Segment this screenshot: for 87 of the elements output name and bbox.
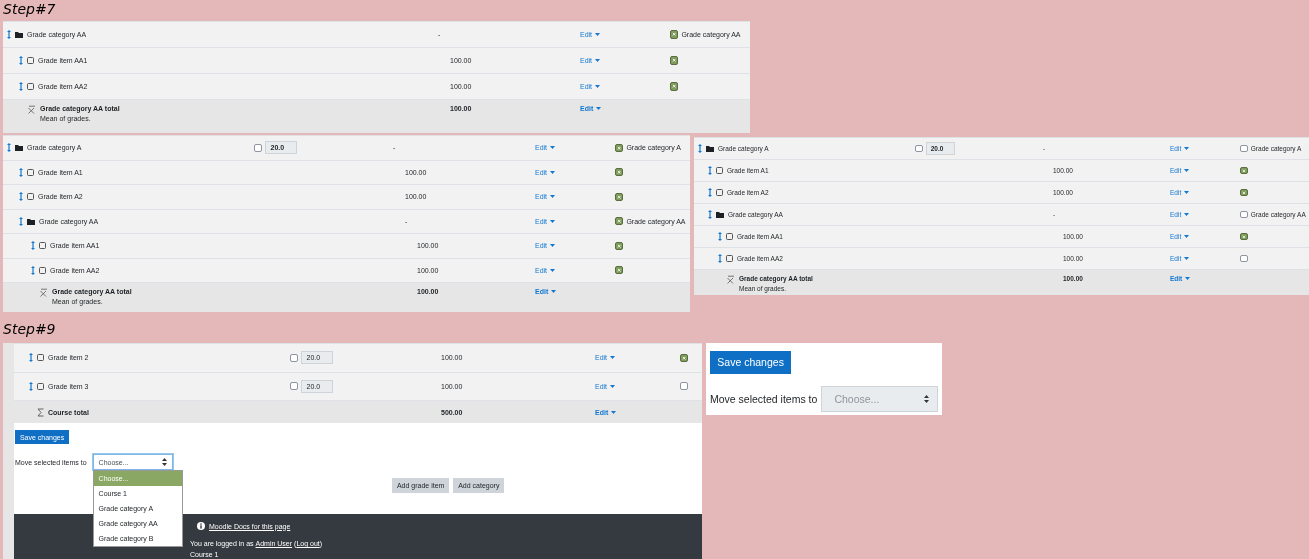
square-icon	[37, 382, 44, 390]
select-checkbox[interactable]	[1240, 232, 1248, 241]
folder-icon	[706, 145, 714, 152]
square-icon	[37, 354, 44, 362]
square-icon	[716, 189, 723, 196]
drag-handle-icon	[31, 241, 35, 251]
select-checkbox[interactable]	[670, 56, 679, 65]
weight-override-checkbox[interactable]	[290, 353, 299, 362]
drag-handle-icon	[19, 167, 23, 177]
square-icon	[726, 255, 733, 262]
up-down-icon	[161, 458, 167, 466]
mean-icon	[726, 275, 735, 284]
select-checkbox[interactable]	[615, 143, 624, 152]
caret-icon	[550, 170, 556, 174]
up-down-icon	[924, 394, 930, 403]
select-checkbox[interactable]	[1240, 210, 1248, 219]
info-icon	[197, 522, 205, 530]
select-checkbox[interactable]	[670, 82, 679, 91]
square-icon	[39, 266, 46, 274]
drag-handle-icon	[29, 381, 33, 391]
save-changes-button[interactable]: Save changes	[710, 351, 792, 374]
caret-icon	[610, 384, 616, 388]
drag-handle-icon	[31, 265, 35, 275]
sigma-icon	[37, 407, 44, 417]
folder-icon	[27, 217, 35, 225]
mean-icon	[39, 288, 48, 297]
select-checkbox[interactable]	[1240, 166, 1248, 175]
step-caption: Step#9	[3, 321, 56, 337]
drag-handle-icon	[29, 353, 33, 363]
select-checkbox[interactable]	[615, 192, 624, 201]
square-icon	[726, 233, 733, 240]
weight-override-checkbox[interactable]	[290, 382, 299, 391]
drag-handle-icon	[708, 166, 712, 175]
move-label: Move selected items to	[710, 392, 818, 405]
select-checkbox[interactable]	[615, 241, 624, 250]
caret-icon	[595, 85, 601, 88]
square-icon	[27, 193, 34, 201]
caret-icon	[595, 33, 601, 36]
folder-icon	[15, 144, 23, 152]
drag-handle-icon	[698, 144, 702, 153]
square-icon	[716, 167, 723, 174]
caret-icon	[1184, 257, 1190, 260]
caret-icon	[596, 107, 602, 110]
select-checkbox[interactable]	[615, 266, 624, 275]
select-checkbox[interactable]	[1240, 144, 1248, 153]
folder-icon	[716, 211, 724, 218]
select-checkbox[interactable]	[1240, 188, 1248, 197]
square-icon	[27, 83, 34, 90]
square-icon	[39, 242, 46, 250]
drag-handle-icon	[708, 210, 712, 219]
drag-handle-icon	[19, 82, 23, 91]
caret-icon	[550, 268, 556, 272]
step-caption: Step#7	[3, 1, 56, 17]
folder-icon	[15, 31, 23, 38]
caret-icon	[1184, 147, 1190, 150]
select-checkbox[interactable]	[670, 30, 679, 39]
select-checkbox[interactable]	[680, 353, 689, 362]
select-checkbox[interactable]	[615, 168, 624, 177]
caret-icon	[1184, 213, 1190, 216]
select-checkbox[interactable]	[680, 382, 689, 391]
caret-icon	[550, 219, 556, 223]
caret-icon	[595, 59, 601, 62]
caret-icon	[1184, 191, 1190, 194]
caret-icon	[1184, 169, 1190, 172]
drag-handle-icon	[7, 30, 11, 39]
caret-icon	[550, 146, 556, 150]
drag-handle-icon	[7, 143, 11, 153]
caret-icon	[550, 195, 556, 199]
drag-handle-icon	[19, 216, 23, 226]
mean-icon	[27, 105, 36, 114]
caret-icon	[1185, 277, 1191, 280]
drag-handle-icon	[19, 56, 23, 65]
drag-handle-icon	[19, 192, 23, 202]
weight-override-checkbox[interactable]	[915, 144, 923, 153]
select-checkbox[interactable]	[615, 217, 624, 226]
weight-override-checkbox[interactable]	[254, 143, 263, 152]
square-icon	[27, 57, 34, 64]
drag-handle-icon	[718, 232, 722, 241]
caret-icon	[1184, 235, 1190, 238]
select-checkbox[interactable]	[1240, 254, 1248, 263]
caret-icon	[610, 356, 616, 360]
square-icon	[27, 168, 34, 176]
caret-icon	[550, 244, 556, 248]
caret-icon	[551, 290, 557, 293]
drag-handle-icon	[718, 254, 722, 263]
caret-icon	[611, 410, 617, 414]
drag-handle-icon	[708, 188, 712, 197]
